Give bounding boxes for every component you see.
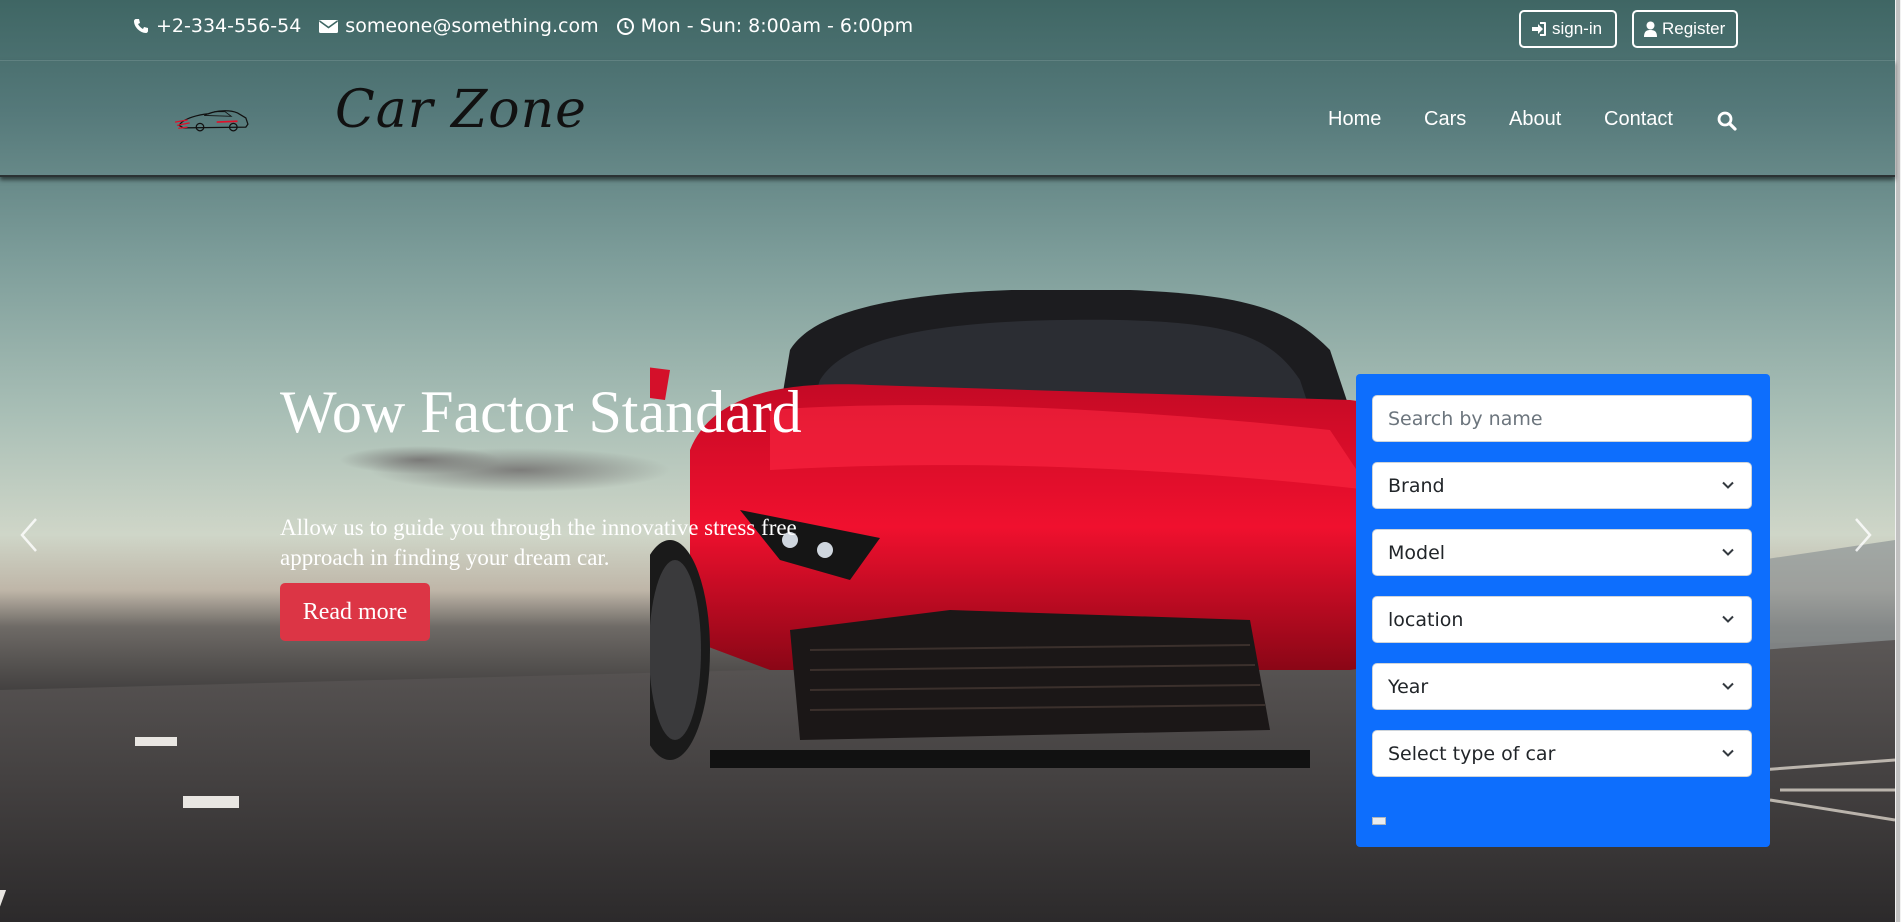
logo-wordmark: Car Zone [335,80,587,140]
chevron-down-icon [1722,481,1734,489]
register-button[interactable]: Register [1632,10,1738,48]
car-zone-logo-icon[interactable] [175,85,325,155]
car-type-select-value: Select type of car [1388,742,1556,765]
top-info-bar: +2-334-556-54 someone@something.com Mon … [0,0,1895,60]
car-search-panel: Brand Model location Year Select type of… [1356,374,1770,847]
model-select[interactable]: Model [1372,529,1752,576]
read-more-button[interactable]: Read more [280,583,430,641]
email-address: someone@something.com [345,15,599,37]
location-select[interactable]: location [1372,596,1752,643]
car-type-select[interactable]: Select type of car [1372,730,1752,777]
page-scrollbar[interactable] [1895,0,1901,922]
phone-number: +2-334-556-54 [156,15,302,37]
nav-cars[interactable]: Cars [1424,108,1466,131]
opening-hours: Mon - Sun: 8:00am - 6:00pm [640,15,914,37]
search-name-input[interactable] [1388,407,1736,430]
chevron-down-icon [1722,548,1734,556]
brand-select[interactable]: Brand [1372,462,1752,509]
phone-icon [134,19,148,33]
user-icon [1644,21,1657,37]
year-select-value: Year [1388,675,1429,698]
chevron-down-icon [1722,749,1734,757]
email-info: someone@something.com [319,15,599,37]
nav-home[interactable]: Home [1328,108,1381,131]
carousel-prev-icon[interactable] [14,515,44,555]
search-icon[interactable] [1717,111,1737,131]
nav-contact[interactable]: Contact [1604,108,1673,131]
sign-in-button[interactable]: sign-in [1519,10,1617,48]
year-select[interactable]: Year [1372,663,1752,710]
sign-in-label: sign-in [1552,19,1603,38]
hours-info: Mon - Sun: 8:00am - 6:00pm [616,15,914,37]
clock-icon [616,17,634,35]
location-select-value: location [1388,608,1464,631]
chevron-down-icon [1722,682,1734,690]
search-name-field[interactable] [1372,395,1752,442]
register-label: Register [1662,19,1726,38]
chevron-down-icon [1722,615,1734,623]
model-select-value: Model [1388,541,1446,564]
nav-about[interactable]: About [1509,108,1561,131]
brand-select-value: Brand [1388,474,1445,497]
hero-description: Allow us to guide you through the innova… [280,515,797,570]
envelope-icon [319,19,339,33]
hero-title: Wow Factor Standard [280,379,802,445]
submit-search-button[interactable] [1372,817,1386,825]
carousel-next-icon[interactable] [1848,515,1878,555]
scrollbar-thumb[interactable] [1896,0,1900,922]
sign-in-icon [1532,22,1546,36]
phone-info: +2-334-556-54 [133,15,301,37]
